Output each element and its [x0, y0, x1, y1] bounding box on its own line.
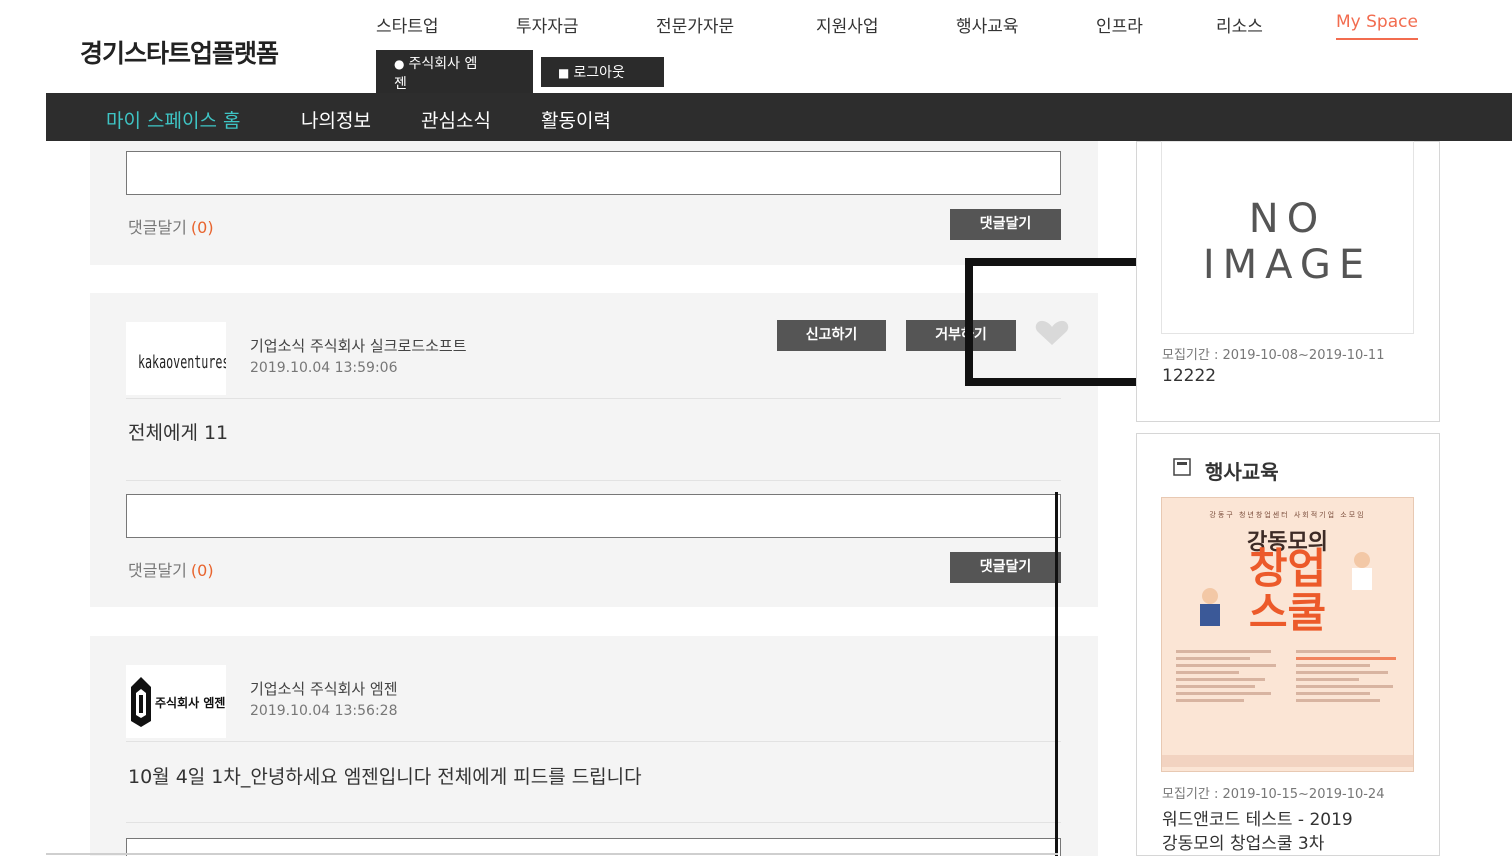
subnav-myspace-home[interactable]: 마이 스페이스 홈 [106, 106, 240, 133]
post-date: 2019.10.04 13:56:28 [250, 703, 398, 719]
company-avatar: kakaoventures [126, 322, 226, 395]
no-image-text: NO IMAGE [1162, 196, 1413, 288]
section-title: 행사교육 [1205, 460, 1279, 484]
logout-button[interactable]: ■ 로그아웃 [541, 57, 664, 87]
divider [126, 741, 1061, 742]
comment-count: (0) [190, 218, 214, 237]
divider [126, 822, 1061, 823]
document-icon [1173, 458, 1191, 476]
poster-footer [1162, 755, 1413, 767]
event-title[interactable]: 워드앤코드 테스트 - 2019 [1162, 805, 1353, 830]
gnb-events[interactable]: 행사교육 [956, 12, 1019, 37]
poster-column [1296, 646, 1401, 746]
logout-label: 로그아웃 [573, 65, 625, 81]
comment-input[interactable] [126, 151, 1061, 195]
kakaoventures-logo: kakaoventures [138, 351, 226, 372]
event-poster[interactable]: 강동구 청년창업센터 사회적기업 소모임 강동모의 창업 스쿨 [1161, 497, 1414, 772]
subnav-my-info[interactable]: 나의정보 [301, 106, 371, 133]
gnb-my-space[interactable]: My Space [1336, 12, 1418, 40]
post-body: 전체에게 11 [128, 422, 229, 444]
comment-link[interactable]: 댓글달기 (0) [128, 557, 214, 581]
gnb-investment[interactable]: 투자자금 [516, 12, 579, 37]
subnav-activity[interactable]: 활동이력 [541, 106, 611, 133]
gnb-resources[interactable]: 리소스 [1216, 12, 1263, 37]
person-illustration [1200, 588, 1220, 626]
gnb-startup[interactable]: 스타트업 [376, 12, 439, 37]
feed-card [90, 636, 1098, 856]
gnb-support[interactable]: 지원사업 [816, 12, 879, 37]
gnb-infra[interactable]: 인프라 [1096, 12, 1143, 37]
recruit-title[interactable]: 12222 [1162, 366, 1216, 386]
user-button[interactable]: ● 주식회사 엠 젠 [376, 50, 533, 94]
comment-count: (0) [190, 561, 214, 580]
no-image-line1: NO [1248, 196, 1327, 242]
post-body: 10월 4일 1차_안녕하세요 엠젠입니다 전체에게 피드를 드립니다 [128, 766, 642, 788]
recruit-date: 모집기간 : 2019-10-08~2019-10-11 [1162, 348, 1385, 363]
site-logo[interactable]: 경기스타트업플랫폼 [80, 34, 279, 70]
poster-column [1176, 646, 1281, 746]
lock-icon: ■ [558, 66, 570, 80]
comment-input[interactable] [126, 494, 1061, 538]
user-icon: ● [394, 57, 405, 71]
post-meta: 기업소식 주식회사 엠젠 [250, 680, 398, 698]
post-date: 2019.10.04 13:59:06 [250, 360, 398, 376]
subnav-bar: 마이 스페이스 홈 나의정보 관심소식 활동이력 [46, 93, 1512, 141]
post-meta: 기업소식 주식회사 실크로드소프트 [250, 337, 467, 355]
subnav-interests[interactable]: 관심소식 [421, 106, 491, 133]
company-avatar: 주식회사 엠젠 [126, 665, 226, 738]
event-title-line2[interactable]: 강동모의 창업스쿨 3차 [1162, 829, 1324, 854]
gnb-consulting[interactable]: 전문가자문 [656, 12, 734, 37]
annotation-line [1055, 492, 1058, 856]
comment-link-label: 댓글달기 [128, 218, 187, 237]
comment-link-label: 댓글달기 [128, 561, 187, 580]
avatar-text: kakaoventures [138, 351, 226, 372]
no-image-line2: IMAGE [1202, 242, 1373, 288]
comment-link[interactable]: 댓글달기 (0) [128, 214, 214, 238]
comment-submit-button[interactable]: 댓글달기 [950, 552, 1061, 583]
no-image-placeholder: NO IMAGE [1161, 141, 1414, 334]
avatar-text: 주식회사 엠젠 [155, 695, 225, 710]
person-illustration [1352, 552, 1372, 590]
divider [126, 480, 1061, 481]
comment-submit-button[interactable]: 댓글달기 [950, 209, 1061, 240]
page: { "header": { "logo": "경기스타트업플랫폼", "gnb"… [0, 0, 1512, 856]
poster-details [1176, 646, 1399, 746]
report-button[interactable]: 신고하기 [777, 320, 886, 351]
poster-top-text: 강동구 청년창업센터 사회적기업 소모임 [1209, 511, 1366, 519]
mzen-logo: 주식회사 엠젠 [131, 677, 225, 727]
highlight-annotation-box [965, 258, 1149, 386]
user-label-line2: 젠 [394, 76, 407, 92]
divider [126, 398, 1061, 399]
user-label-line1: 주식회사 엠 [408, 56, 478, 72]
bottom-border [46, 853, 1058, 855]
event-date: 모집기간 : 2019-10-15~2019-10-24 [1162, 787, 1385, 802]
